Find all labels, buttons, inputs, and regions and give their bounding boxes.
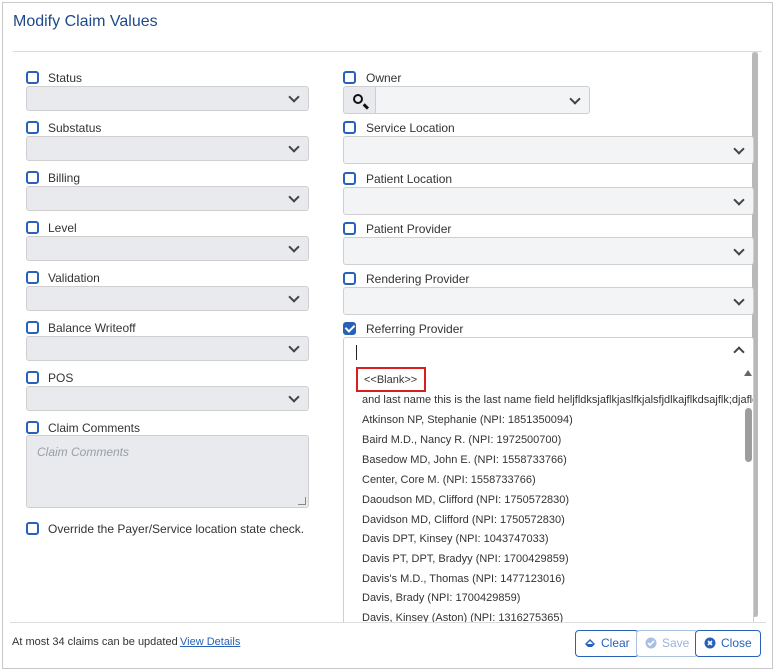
chevron-down-icon bbox=[288, 91, 300, 103]
patient-location-select[interactable] bbox=[343, 187, 754, 215]
rendering-provider-label: Rendering Provider bbox=[366, 272, 470, 286]
billing-checkbox[interactable] bbox=[26, 171, 39, 184]
close-button[interactable]: Close bbox=[695, 630, 761, 657]
dropdown-option[interactable]: Davis, Kinsey (Aston) (NPI: 1316275365) bbox=[362, 612, 563, 622]
validation-checkbox[interactable] bbox=[26, 271, 39, 284]
chevron-down-icon bbox=[733, 143, 745, 155]
substatus-label: Substatus bbox=[48, 121, 102, 135]
billing-select[interactable] bbox=[26, 186, 309, 211]
status-select[interactable] bbox=[26, 86, 309, 111]
close-circle-icon bbox=[704, 637, 716, 649]
dropdown-option[interactable]: Davis PT, DPT, Bradyy (NPI: 1700429859) bbox=[362, 553, 569, 565]
dropdown-scrollbar-thumb[interactable] bbox=[745, 408, 752, 462]
owner-checkbox[interactable] bbox=[343, 71, 356, 84]
level-select[interactable] bbox=[26, 236, 309, 261]
chevron-down-icon bbox=[733, 294, 745, 306]
validation-select[interactable] bbox=[26, 286, 309, 311]
dialog-title: Modify Claim Values bbox=[13, 13, 158, 30]
dropdown-option[interactable]: Davis DPT, Kinsey (NPI: 1043747033) bbox=[362, 533, 548, 545]
claim-comments-label: Claim Comments bbox=[48, 421, 141, 435]
billing-label: Billing bbox=[48, 171, 81, 185]
override-label: Override the Payer/Service location stat… bbox=[48, 522, 305, 536]
dropdown-option[interactable]: Davis's M.D., Thomas (NPI: 1477123016) bbox=[362, 573, 565, 585]
pos-label: POS bbox=[48, 371, 74, 385]
dropdown-option-blank[interactable]: <<Blank>> bbox=[356, 367, 426, 392]
chevron-down-icon bbox=[288, 191, 300, 203]
patient-provider-checkbox[interactable] bbox=[343, 222, 356, 235]
balance-writeoff-checkbox[interactable] bbox=[26, 321, 39, 334]
chevron-down-icon bbox=[733, 194, 745, 206]
dropdown-option[interactable]: Davis, Brady (NPI: 1700429859) bbox=[362, 592, 520, 604]
referring-provider-label: Referring Provider bbox=[366, 322, 464, 336]
view-details-link[interactable]: View Details bbox=[180, 636, 240, 648]
pos-select[interactable] bbox=[26, 386, 309, 411]
claims-limit-note: At most 34 claims can be updated bbox=[12, 636, 178, 648]
chevron-down-icon bbox=[569, 93, 581, 105]
eraser-icon bbox=[585, 639, 595, 647]
service-location-label: Service Location bbox=[366, 121, 455, 135]
clear-button-label: Clear bbox=[601, 636, 630, 650]
chevron-down-icon bbox=[288, 241, 300, 253]
balance-writeoff-select[interactable] bbox=[26, 336, 309, 361]
clear-button[interactable]: Clear bbox=[575, 630, 639, 657]
balance-writeoff-label: Balance Writeoff bbox=[48, 321, 136, 335]
substatus-checkbox[interactable] bbox=[26, 121, 39, 134]
close-button-label: Close bbox=[721, 636, 752, 650]
status-label: Status bbox=[48, 71, 83, 85]
service-location-checkbox[interactable] bbox=[343, 121, 356, 134]
patient-provider-select[interactable] bbox=[343, 237, 754, 265]
rendering-provider-checkbox[interactable] bbox=[343, 272, 356, 285]
override-checkbox[interactable] bbox=[26, 522, 39, 535]
chevron-up-icon[interactable] bbox=[733, 346, 745, 358]
chevron-down-icon bbox=[288, 341, 300, 353]
search-icon bbox=[353, 94, 363, 104]
owner-select[interactable] bbox=[375, 86, 590, 114]
scroll-up-arrow-icon[interactable] bbox=[744, 370, 752, 376]
substatus-select[interactable] bbox=[26, 136, 309, 161]
dropdown-option[interactable]: Daoudson MD, Clifford (NPI: 1750572830) bbox=[362, 494, 569, 506]
title-divider bbox=[13, 51, 762, 52]
dropdown-option[interactable]: Center, Core M. (NPI: 1558733766) bbox=[362, 474, 536, 486]
chevron-down-icon bbox=[288, 141, 300, 153]
patient-location-checkbox[interactable] bbox=[343, 172, 356, 185]
dropdown-option[interactable]: Basedow MD, John E. (NPI: 1558733766) bbox=[362, 454, 567, 466]
service-location-select[interactable] bbox=[343, 136, 754, 164]
dropdown-option[interactable]: Baird M.D., Nancy R. (NPI: 1972500700) bbox=[362, 434, 561, 446]
save-button[interactable]: Save bbox=[636, 630, 699, 657]
dropdown-option[interactable]: Davidson MD, Clifford (NPI: 1750572830) bbox=[362, 514, 565, 526]
chevron-down-icon bbox=[288, 291, 300, 303]
owner-search-button[interactable] bbox=[343, 86, 375, 114]
claim-comments-placeholder: Claim Comments bbox=[37, 445, 130, 459]
chevron-down-icon bbox=[288, 391, 300, 403]
claim-comments-textarea[interactable]: Claim Comments bbox=[26, 435, 309, 508]
rendering-provider-select[interactable] bbox=[343, 287, 754, 315]
referring-provider-dropdown: <<Blank>> and last name this is the last… bbox=[343, 366, 754, 622]
validation-label: Validation bbox=[48, 271, 100, 285]
pos-checkbox[interactable] bbox=[26, 371, 39, 384]
status-checkbox[interactable] bbox=[26, 71, 39, 84]
chevron-down-icon bbox=[733, 244, 745, 256]
patient-location-label: Patient Location bbox=[366, 172, 453, 186]
dropdown-option[interactable]: Atkinson NP, Stephanie (NPI: 1851350094) bbox=[362, 414, 573, 426]
referring-provider-input[interactable] bbox=[343, 337, 754, 367]
dropdown-option[interactable]: and last name this is the last name fiel… bbox=[362, 394, 753, 406]
level-checkbox[interactable] bbox=[26, 221, 39, 234]
claim-comments-checkbox[interactable] bbox=[26, 421, 39, 434]
referring-provider-checkbox[interactable] bbox=[343, 322, 356, 335]
resize-handle-icon[interactable] bbox=[298, 497, 306, 505]
patient-provider-label: Patient Provider bbox=[366, 222, 452, 236]
check-circle-icon bbox=[645, 637, 657, 649]
save-button-label: Save bbox=[662, 636, 690, 650]
level-label: Level bbox=[48, 221, 77, 235]
footer-divider bbox=[10, 622, 766, 623]
owner-label: Owner bbox=[366, 71, 402, 85]
text-caret bbox=[356, 345, 357, 360]
